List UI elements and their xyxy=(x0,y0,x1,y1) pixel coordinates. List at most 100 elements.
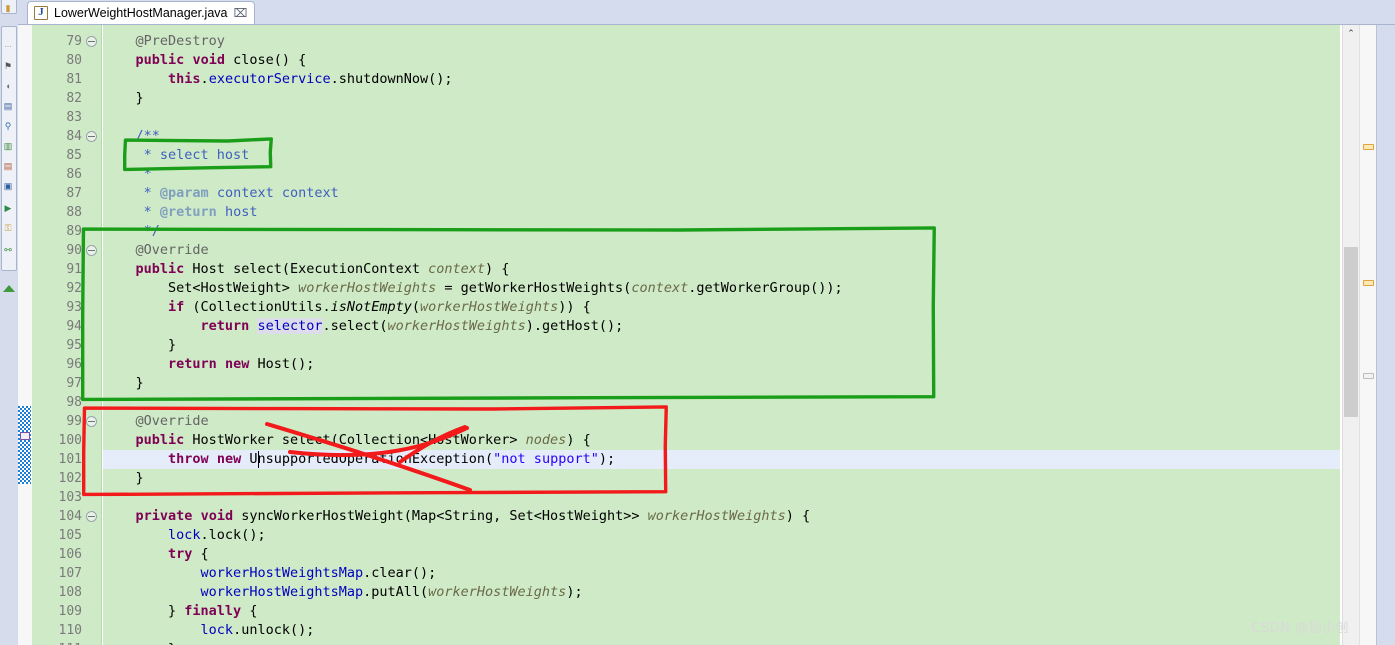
line-number: 105 xyxy=(58,528,82,543)
editor-tab-lowerweighthostmanager[interactable]: LowerWeightHostManager.java ⌧ xyxy=(27,1,256,24)
fold-collapse-icon[interactable] xyxy=(86,131,97,142)
line-number: 107 xyxy=(58,566,82,581)
code-line: return selector.select(workerHostWeights… xyxy=(200,318,624,334)
line-number: 84 xyxy=(66,129,82,144)
key-icon[interactable]: ⚿ xyxy=(2,222,14,234)
scroll-up-arrow-icon[interactable]: ⌃ xyxy=(1343,25,1359,42)
code-line: lock.unlock(); xyxy=(200,622,315,638)
code-line: } xyxy=(103,640,176,645)
code-line: * @param context context xyxy=(143,185,339,201)
code-line: * @return host xyxy=(143,204,258,220)
code-line: public Host select(ExecutionContext cont… xyxy=(135,261,510,277)
line-number: 96 xyxy=(66,357,82,372)
line-number: 85 xyxy=(66,148,82,163)
link-icon[interactable]: ⚯ xyxy=(2,244,14,256)
bookmark-icon[interactable]: ◖ xyxy=(2,80,14,92)
green-triangle-marker xyxy=(3,285,15,292)
code-line: /** xyxy=(135,128,160,144)
line-number: 100 xyxy=(58,433,82,448)
code-line: if (CollectionUtils.isNotEmpty(workerHos… xyxy=(168,299,591,315)
text-caret xyxy=(258,451,259,468)
line-number: 79 xyxy=(66,34,82,49)
code-line: } xyxy=(103,90,144,106)
code-line: workerHostWeightsMap.clear(); xyxy=(200,565,437,581)
code-line: return new Host(); xyxy=(168,356,315,372)
watermark: CSDN @韧小创 xyxy=(1251,621,1349,636)
code-line: */ xyxy=(143,223,160,239)
editor-tab-strip: LowerWeightHostManager.java ⌧ xyxy=(18,0,1395,24)
line-number: 98 xyxy=(66,395,82,410)
fold-collapse-icon[interactable] xyxy=(86,245,97,256)
vertical-scrollbar[interactable]: ⌃ xyxy=(1342,25,1359,645)
line-number: 106 xyxy=(58,547,82,562)
quickfix-marker[interactable] xyxy=(20,432,30,440)
line-number: 86 xyxy=(66,167,82,182)
overview-ruler[interactable] xyxy=(1359,25,1377,645)
line-number: 89 xyxy=(66,224,82,239)
folder-icon[interactable]: ▮ xyxy=(2,2,14,14)
monitor-icon[interactable]: ▣ xyxy=(2,180,14,192)
line-number-gutter: 79 80 81 82 83 84 85 86 87 88 89 90 91 92 93 94 95 96 97 98… xyxy=(32,25,102,645)
line-number: 101 xyxy=(58,452,82,467)
code-line: } finally { xyxy=(103,603,258,619)
line-number: 90 xyxy=(66,243,82,258)
dots-icon[interactable]: ⋯ xyxy=(2,42,14,54)
code-line: * select host xyxy=(143,147,250,163)
change-bar xyxy=(18,25,33,645)
info-marker[interactable] xyxy=(1363,373,1374,379)
warning-marker[interactable] xyxy=(1363,280,1374,286)
fold-collapse-icon[interactable] xyxy=(86,36,97,47)
eclipse-editor-window: ▮ ⋯ ⚑ ◖ ▤ ⚲ ▥ ▤ ▣ ▶ ⚿ ⚯ LowerWeightHostM… xyxy=(0,0,1395,645)
line-number: 104 xyxy=(58,509,82,524)
code-editor: 79 80 81 82 83 84 85 86 87 88 89 90 91 92 93 94 95 96 97 98… xyxy=(18,24,1395,645)
code-line: @Override xyxy=(135,413,209,429)
fold-collapse-icon[interactable] xyxy=(86,511,97,522)
line-number: 102 xyxy=(58,471,82,486)
editor-tab-label: LowerWeightHostManager.java xyxy=(54,6,228,20)
editor-right-edge xyxy=(1377,25,1395,645)
line-number: 109 xyxy=(58,604,82,619)
line-number: 93 xyxy=(66,300,82,315)
library-icon[interactable]: ▥ xyxy=(2,140,14,152)
pin-icon[interactable]: ⚲ xyxy=(2,120,14,132)
line-number: 111 xyxy=(59,640,82,645)
code-line: throw new UnsupportedOperationException(… xyxy=(168,451,616,467)
code-line: @Override xyxy=(135,242,209,258)
code-line: this.executorService.shutdownNow(); xyxy=(168,71,453,87)
line-number: 81 xyxy=(66,72,82,87)
warning-marker[interactable] xyxy=(1363,144,1374,150)
code-line: Set<HostWeight> workerHostWeights = getW… xyxy=(103,280,843,296)
flag-icon[interactable]: ⚑ xyxy=(2,60,14,72)
close-icon[interactable]: ⌧ xyxy=(233,7,247,19)
code-line: public HostWorker select(Collection<Host… xyxy=(135,432,591,448)
code-line: public void close() { xyxy=(135,52,307,68)
line-number: 92 xyxy=(66,281,82,296)
code-line: @PreDestroy xyxy=(135,33,225,49)
line-number: 80 xyxy=(66,53,82,68)
scrollbar-thumb[interactable] xyxy=(1344,247,1358,417)
code-line: private void syncWorkerHostWeight(Map<St… xyxy=(135,508,811,524)
line-number: 88 xyxy=(66,205,82,220)
line-number: 91 xyxy=(66,262,82,277)
note-icon[interactable]: ▤ xyxy=(2,160,14,172)
code-line: workerHostWeightsMap.putAll(workerHostWe… xyxy=(200,584,583,600)
code-line: * xyxy=(143,166,152,182)
line-number: 94 xyxy=(66,319,82,334)
list-icon[interactable]: ▤ xyxy=(2,100,14,112)
left-toolbar: ▮ ⋯ ⚑ ◖ ▤ ⚲ ▥ ▤ ▣ ▶ ⚿ ⚯ xyxy=(0,0,19,645)
line-number: 95 xyxy=(66,338,82,353)
line-number: 83 xyxy=(66,110,82,125)
changed-lines-marker xyxy=(18,406,31,484)
code-line: } xyxy=(103,337,177,353)
code-line: try { xyxy=(168,546,209,562)
play-icon[interactable]: ▶ xyxy=(2,202,14,214)
code-text-area[interactable]: @PreDestroy public void close() { this.e… xyxy=(103,25,1340,645)
java-file-icon xyxy=(34,6,48,20)
line-number: 103 xyxy=(58,490,82,505)
line-number: 99 xyxy=(66,414,82,429)
line-number: 82 xyxy=(66,91,82,106)
line-number: 97 xyxy=(66,376,82,391)
code-line: lock.lock(); xyxy=(168,527,266,543)
line-number: 110 xyxy=(58,623,82,638)
fold-collapse-icon[interactable] xyxy=(86,416,97,427)
